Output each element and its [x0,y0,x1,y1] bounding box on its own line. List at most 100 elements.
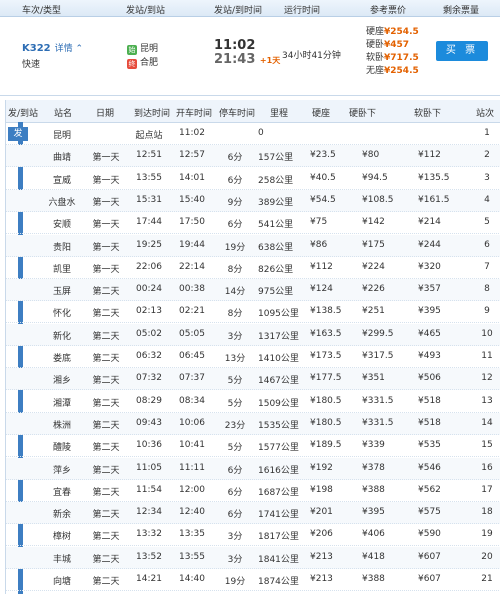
arrival-time: 21:43 +1天 [214,52,280,67]
hard-sleeper-price: ¥331.5 [362,395,394,406]
departure-time: 11:02 [214,38,256,53]
train-number[interactable]: K322 [22,43,51,54]
departure-time: 12:40 [179,507,205,518]
arrival-time: 07:32 [136,373,162,384]
station-name: 湘乡 [52,376,71,387]
train-detail-link[interactable]: 详情 ⌃ [55,44,83,54]
hard-sleeper-price: ¥351 [362,373,385,384]
station-name: 怀化 [52,309,71,320]
stop-duration: 3分 [227,331,243,342]
fare-item: 硬座¥254.5 [366,27,419,37]
arrival-time: 12:51 [136,150,162,161]
hard-sleeper-price: ¥395 [362,507,385,518]
stop-seq: 12 [481,373,493,384]
table-row: 贵阳 第一天 19:25 19:44 19分 638公里 ¥86 ¥175 ¥244 6 [6,234,500,257]
date: 第二天 [92,376,120,387]
date: 第一天 [92,153,120,164]
soft-sleeper-price: ¥518 [418,395,441,406]
station-name: 樟树 [52,532,71,543]
arrival-time: 11:54 [136,484,162,495]
fare-list: 硬座¥254.5 硬卧¥457 软卧¥717.5 无座¥254.5 [366,26,419,78]
departure-time: 08:34 [179,395,205,406]
col-dep-arr[interactable]: 发站/到时间 [214,3,262,16]
date: 第二天 [92,398,120,409]
arrival-time: 13:52 [136,551,162,562]
distance: 975公里 [258,287,294,298]
buy-ticket-button[interactable]: 买 票 [436,41,488,61]
arrival-time: 12:34 [136,507,162,518]
th-dep-arr: 发/到站 [8,109,39,119]
hard-seat-price: ¥75 [310,217,328,228]
arrival-time: 02:13 [136,306,162,317]
soft-sleeper-price: ¥535 [418,440,441,451]
soft-sleeper-price: ¥518 [418,417,441,428]
chevron-up-icon: ⌃ [75,44,84,54]
hard-seat-price: ¥40.5 [310,172,336,183]
hard-seat-price: ¥23.5 [310,150,336,161]
date: 第二天 [92,309,120,320]
stop-seq: 11 [481,351,493,361]
hard-sleeper-price: ¥80 [362,150,380,161]
col-train-type[interactable]: 车次/类型 [22,3,61,16]
date: 第二天 [92,532,120,543]
hard-seat-price: ¥112 [310,261,333,272]
arrival-time: 起点站 [135,131,163,141]
stop-duration: 14分 [224,287,246,298]
hard-seat-price: ¥198 [310,484,333,495]
station-name: 新化 [52,331,71,342]
stop-seq: 17 [481,484,493,495]
departure-time: 02:21 [179,306,205,317]
stop-duration: 13分 [224,354,246,364]
table-row: 湘潭 第二天 08:29 08:34 5分 1509公里 ¥180.5 ¥331.5 ¥518 1… [6,391,500,413]
date: 第二天 [92,510,120,521]
arrival-time: 08:29 [136,395,162,406]
station-name: 六盘水 [48,197,76,208]
hard-seat-price: ¥189.5 [310,440,342,451]
stop-seq: 4 [484,194,490,205]
date: 第二天 [92,577,120,587]
stop-seq: 19 [481,529,493,540]
date: 第二天 [92,420,120,431]
distance: 541公里 [258,220,294,231]
start-badge-icon: 始 [127,45,137,55]
table-row: 丰城 第二天 13:52 13:55 3分 1841公里 ¥213 ¥418 ¥607 20 [6,546,500,569]
stop-seq: 10 [481,328,493,339]
stop-duration: 6分 [227,175,243,186]
arrival-time: 00:24 [136,284,162,295]
soft-sleeper-price: ¥244 [418,239,441,250]
duration: 34小时41分钟 [282,51,341,61]
table-row: 樟树 第二天 13:32 13:35 3分 1817公里 ¥206 ¥406 ¥590 19 [6,524,500,547]
distance: 1817公里 [258,532,299,543]
departure-time: 15:40 [179,194,205,205]
table-row: 凯里 第一天 22:06 22:14 8分 826公里 ¥112 ¥224 ¥320 7 [6,257,500,279]
hard-seat-price: ¥163.5 [310,328,342,339]
soft-sleeper-price: ¥135.5 [418,172,450,183]
hard-seat-price: ¥173.5 [310,351,342,361]
fare-item: 硬卧¥457 [366,40,410,50]
table-row: 曲靖 第一天 12:51 12:57 6分 157公里 ¥23.5 ¥80 ¥112 2 [6,145,500,168]
distance: 1874公里 [258,577,299,587]
distance: 1577公里 [258,443,299,454]
departure-time: 00:38 [179,284,205,295]
col-from-to[interactable]: 发站/到站 [126,3,165,16]
hard-sleeper-price: ¥331.5 [362,417,394,428]
col-duration[interactable]: 运行时间 [284,3,320,16]
distance: 1741公里 [258,510,299,521]
arrival-time: 09:43 [136,417,162,428]
arrival-time: 13:55 [136,172,162,183]
date: 第二天 [92,487,120,498]
date: 第一天 [92,264,120,275]
fare-item: 无座¥254.5 [366,66,419,76]
distance: 389公里 [258,197,294,208]
departure-time: 07:37 [179,373,205,384]
hard-sleeper-price: ¥378 [362,462,385,473]
hard-seat-price: ¥54.5 [310,194,336,205]
arrival-time: 19:25 [136,239,162,250]
stop-seq: 7 [484,261,490,272]
table-row: 六盘水 第一天 15:31 15:40 9分 389公里 ¥54.5 ¥108.5 ¥161.5… [6,189,500,212]
hard-sleeper-price: ¥142 [362,217,385,228]
fare-item: 软卧¥717.5 [366,53,419,63]
distance: 1317公里 [258,331,299,342]
distance: 1535公里 [258,420,299,431]
date: 第二天 [92,554,120,565]
